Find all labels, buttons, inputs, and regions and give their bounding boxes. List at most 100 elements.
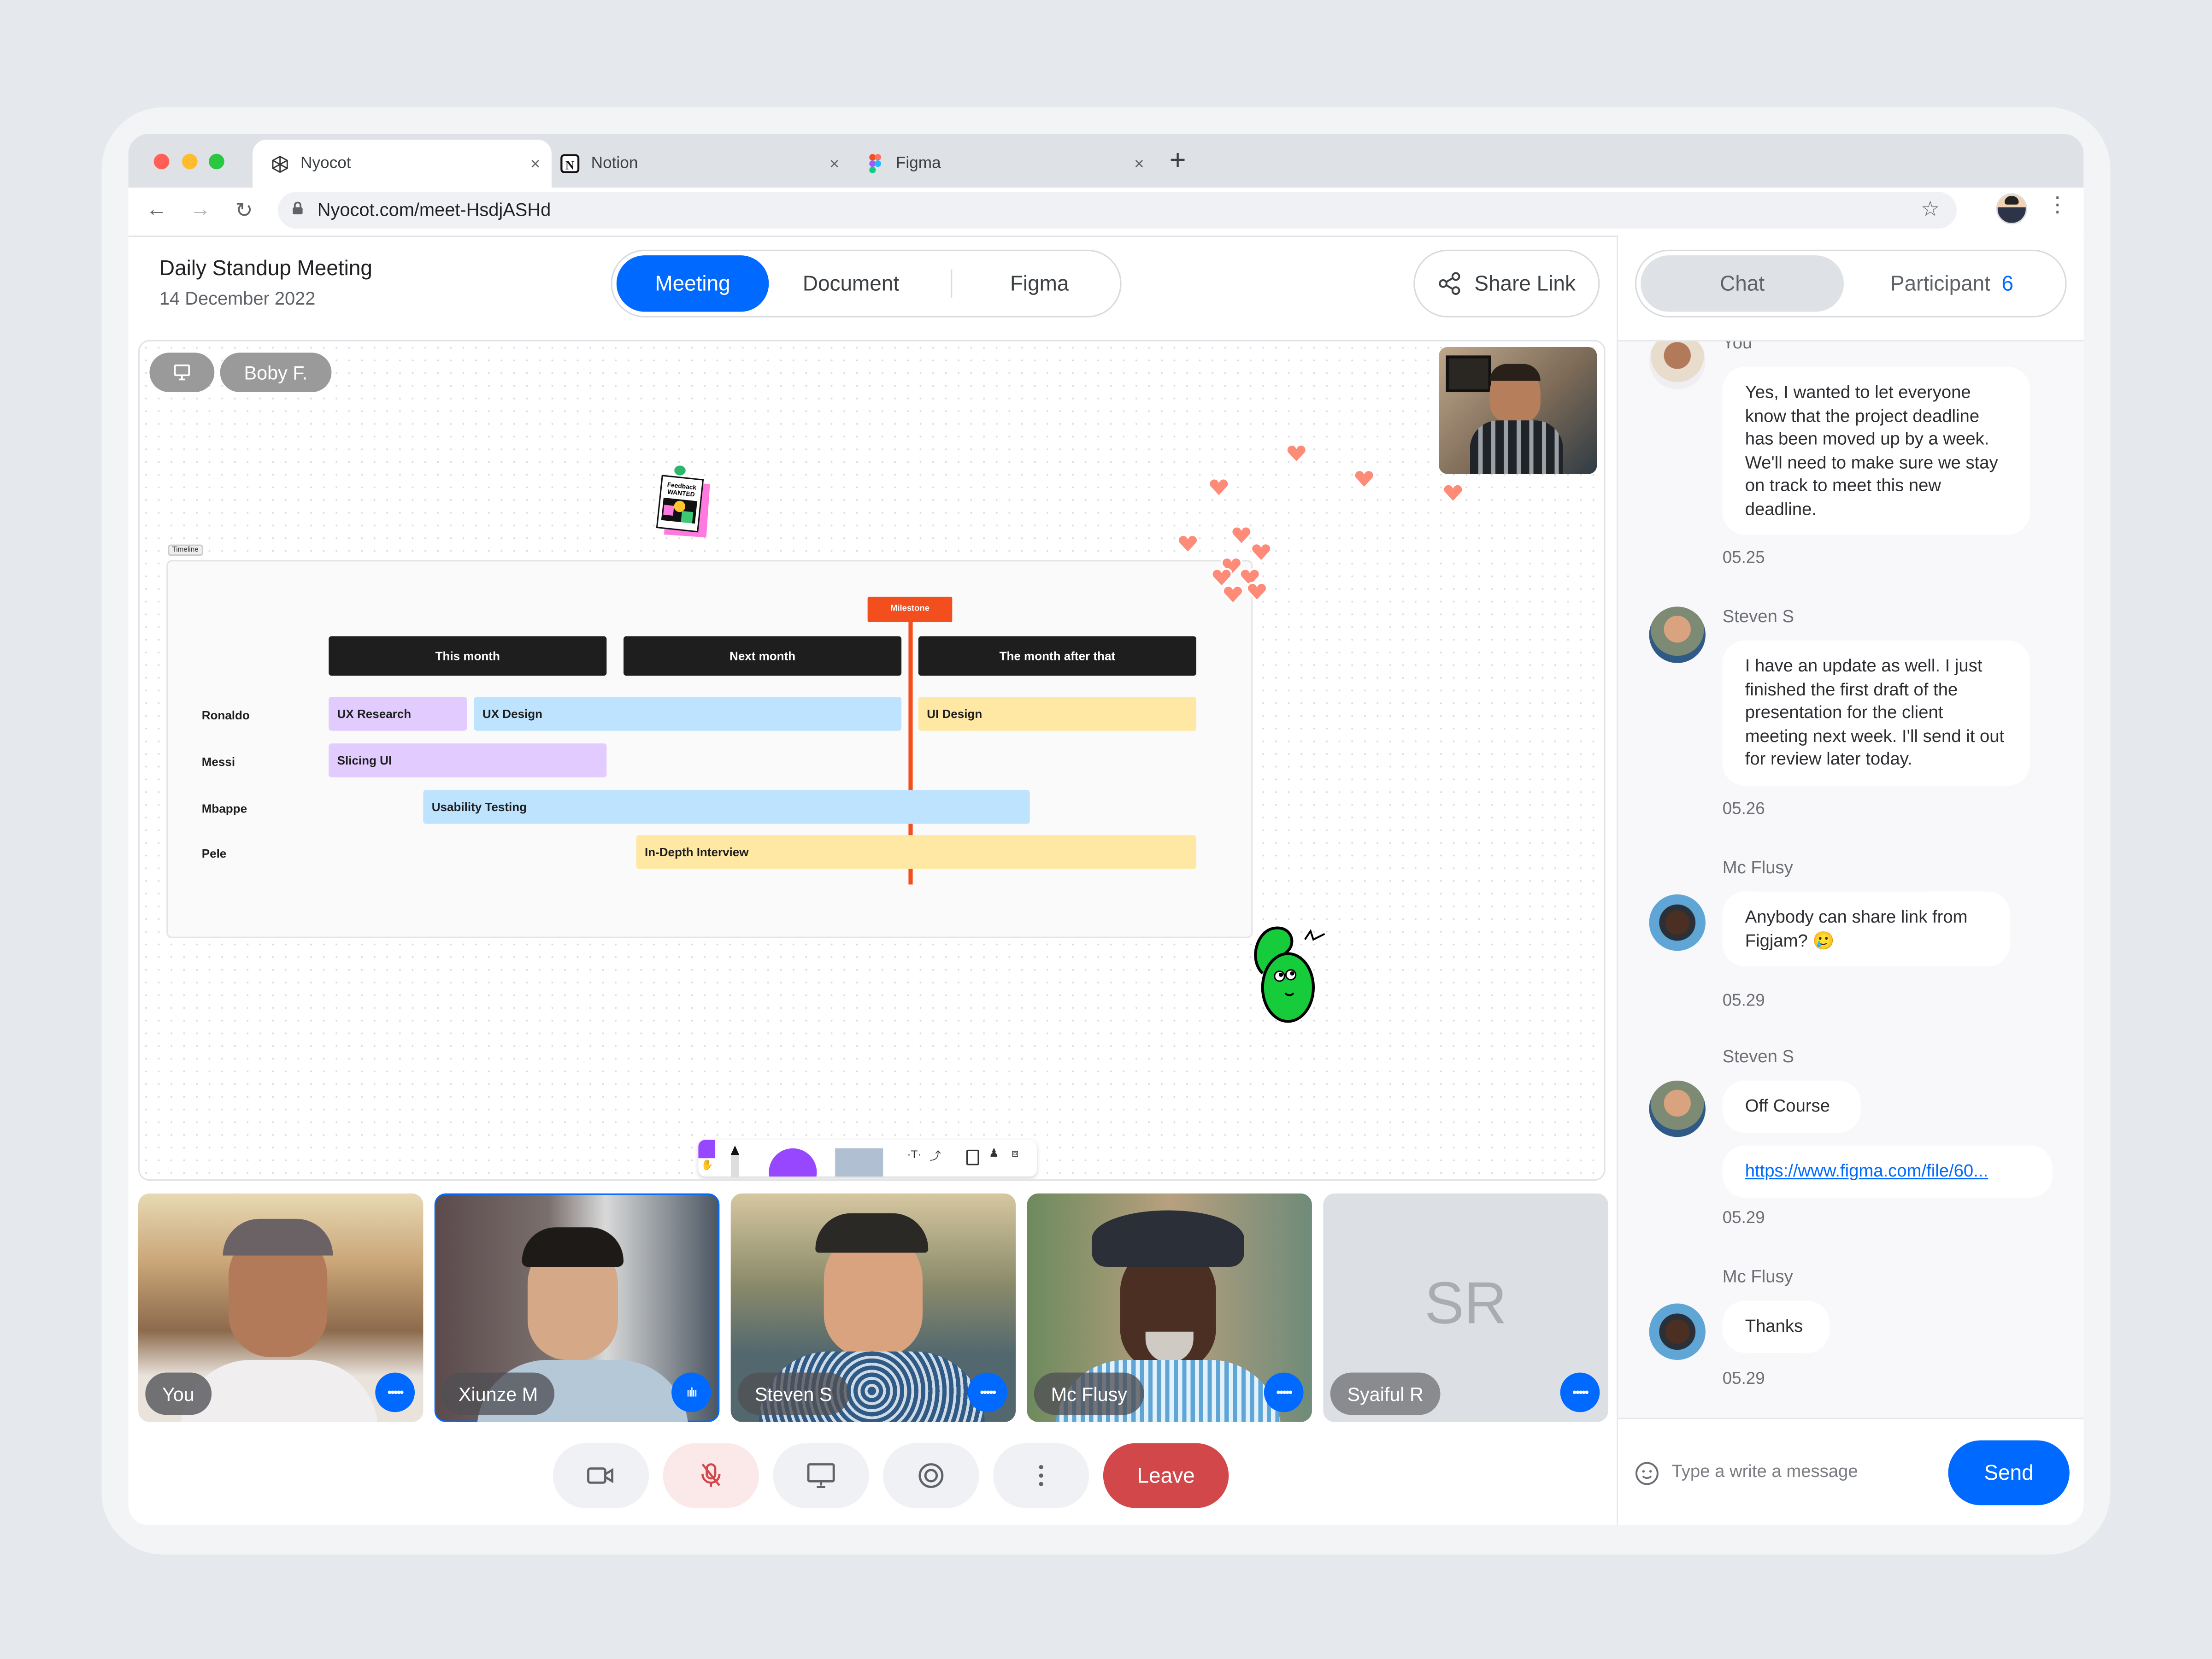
figma-logo-icon xyxy=(865,154,885,174)
maximize-window-button[interactable] xyxy=(209,153,224,170)
side-panel-header: Chat Participant 6 xyxy=(1618,235,2084,340)
back-button[interactable]: ← xyxy=(142,198,171,222)
close-tab-icon[interactable]: × xyxy=(830,154,839,174)
task-bar[interactable]: UI Design xyxy=(918,697,1196,731)
tab-figma[interactable]: Figma xyxy=(1010,255,1069,312)
browser-tab-nyocot[interactable]: Nyocot × xyxy=(252,140,552,188)
column-header: The month after that xyxy=(918,636,1196,676)
bookmark-star-icon[interactable]: ☆ xyxy=(1921,196,1940,222)
hand-tool[interactable]: ✋ xyxy=(701,1159,713,1171)
more-options-button[interactable] xyxy=(993,1443,1089,1508)
browser-menu-icon[interactable]: ⋮ xyxy=(2047,194,2068,216)
lock-icon xyxy=(293,201,303,215)
chat-bubble: I have an update as well. I just finishe… xyxy=(1722,640,2030,785)
url-field[interactable]: Nyocot.com/meet-HsdjASHd ☆ xyxy=(278,192,1957,229)
message-input[interactable]: Type a write a message xyxy=(1672,1461,1858,1481)
tab-meeting[interactable]: Meeting xyxy=(616,255,769,312)
tab-chat[interactable]: Chat xyxy=(1641,255,1844,312)
stamp-tool[interactable]: ♟ xyxy=(989,1147,999,1160)
meeting-title: Daily Standup Meeting xyxy=(159,257,372,281)
task-bar[interactable]: Slicing UI xyxy=(329,743,607,777)
avatar xyxy=(1649,606,1706,663)
browser-tab-notion[interactable]: N Notion × xyxy=(560,140,851,188)
more-options-icon[interactable]: ••••• xyxy=(1264,1372,1304,1412)
sender-name: Mc Flusy xyxy=(1722,858,1793,878)
svg-text:N: N xyxy=(565,158,575,172)
presenter-video xyxy=(1439,347,1597,474)
timeline-board[interactable]: Milestone This month Next month The mont… xyxy=(166,560,1253,938)
task-bar[interactable]: UX Design xyxy=(474,697,902,731)
chat-bubble: Yes, I wanted to let everyone know that … xyxy=(1722,366,2030,535)
participant-tile[interactable]: Mc Flusy ••••• xyxy=(1027,1193,1312,1422)
timeline-frame-label: Timeline xyxy=(168,544,203,556)
mic-toggle-button[interactable] xyxy=(663,1443,759,1508)
share-icon xyxy=(1439,272,1460,295)
close-tab-icon[interactable]: × xyxy=(530,154,540,174)
sticky-note-tool[interactable] xyxy=(835,1148,883,1177)
column-header: This month xyxy=(329,636,607,676)
text-tool[interactable]: ·T· xyxy=(907,1148,921,1161)
connector-tool[interactable]: ⤴ xyxy=(930,1148,941,1164)
chat-messages[interactable]: You Yes, I wanted to let everyone know t… xyxy=(1618,340,2084,1419)
minimize-window-button[interactable] xyxy=(182,153,198,170)
message-time: 05.29 xyxy=(1722,1368,1765,1388)
task-bar[interactable]: In-Depth Interview xyxy=(636,835,1196,869)
participant-tile[interactable]: Steven S ••••• xyxy=(730,1193,1016,1422)
message-time: 05.26 xyxy=(1722,798,1765,818)
participant-tile[interactable]: Xiunze M ıılıı xyxy=(434,1193,720,1422)
record-button[interactable] xyxy=(883,1443,979,1508)
milestone-marker[interactable]: Milestone xyxy=(867,596,953,622)
participant-tile[interactable]: SR Syaiful R ••••• xyxy=(1323,1193,1608,1422)
figjam-toolbar: ✋ ·T· ⤴ ♟ ⧈ xyxy=(698,1140,1037,1177)
close-tab-icon[interactable]: × xyxy=(1134,154,1144,174)
more-options-icon[interactable]: ••••• xyxy=(375,1372,415,1412)
more-options-icon[interactable]: ••••• xyxy=(967,1372,1007,1412)
participant-hat xyxy=(1092,1210,1244,1267)
presenter-hair xyxy=(1489,364,1541,381)
avatar xyxy=(1649,894,1706,951)
figjam-canvas[interactable]: Boby F. Feedback WANTED Timeline Milesto… xyxy=(138,340,1606,1181)
heart-reaction-icon xyxy=(1230,525,1253,546)
more-options-icon[interactable]: ••••• xyxy=(1560,1372,1600,1412)
sender-name: Steven S xyxy=(1722,606,1794,627)
pen-tool[interactable] xyxy=(730,1145,740,1177)
heart-reaction-icon xyxy=(1208,477,1230,498)
participant-name: Syaiful R xyxy=(1330,1372,1441,1415)
task-bar[interactable]: Usability Testing xyxy=(423,790,1030,824)
thinking-character-sticker[interactable] xyxy=(1243,917,1330,1033)
message-composer: Type a write a message Send xyxy=(1618,1418,2084,1525)
participant-name: You xyxy=(145,1372,212,1415)
tab-participant[interactable]: Participant 6 xyxy=(1890,255,2013,312)
leave-button[interactable]: Leave xyxy=(1103,1443,1229,1508)
row-name: Ronaldo xyxy=(201,708,250,723)
shared-link[interactable]: https://www.figma.com/file/60... xyxy=(1745,1161,1988,1181)
sticker-image xyxy=(661,497,697,524)
close-window-button[interactable] xyxy=(153,153,170,170)
browser-tab-figma[interactable]: Figma × xyxy=(865,140,1156,188)
shape-tool[interactable] xyxy=(769,1148,817,1177)
reload-button[interactable]: ↻ xyxy=(230,198,258,223)
camera-icon xyxy=(587,1467,614,1484)
tab-title: Figma xyxy=(895,155,941,172)
screen-share-button[interactable] xyxy=(773,1443,869,1508)
forward-button[interactable]: → xyxy=(186,198,214,222)
task-bar[interactable]: UX Research xyxy=(329,697,467,731)
thinking-character-icon xyxy=(1254,926,1325,1023)
tab-title: Nyocot xyxy=(300,155,351,172)
profile-avatar[interactable] xyxy=(1996,193,2027,224)
widgets-tool[interactable]: ⧈ xyxy=(1012,1147,1019,1161)
send-button[interactable]: Send xyxy=(1948,1440,2070,1506)
new-tab-button[interactable]: + xyxy=(1170,145,1186,177)
section-tool[interactable] xyxy=(966,1149,979,1165)
participant-tile[interactable]: You ••••• xyxy=(138,1193,424,1422)
tab-divider xyxy=(951,269,953,298)
sticker-card: Feedback WANTED xyxy=(656,475,704,533)
emoji-icon[interactable] xyxy=(1635,1461,1659,1485)
share-link-button[interactable]: Share Link xyxy=(1413,249,1600,318)
select-tool[interactable] xyxy=(698,1140,716,1159)
avatar xyxy=(1649,1080,1706,1137)
tab-document[interactable]: Document xyxy=(803,255,899,312)
feedback-wanted-sticker[interactable]: Feedback WANTED xyxy=(654,465,711,539)
side-panel-tabs: Chat Participant 6 xyxy=(1635,249,2067,318)
camera-toggle-button[interactable] xyxy=(553,1443,649,1508)
